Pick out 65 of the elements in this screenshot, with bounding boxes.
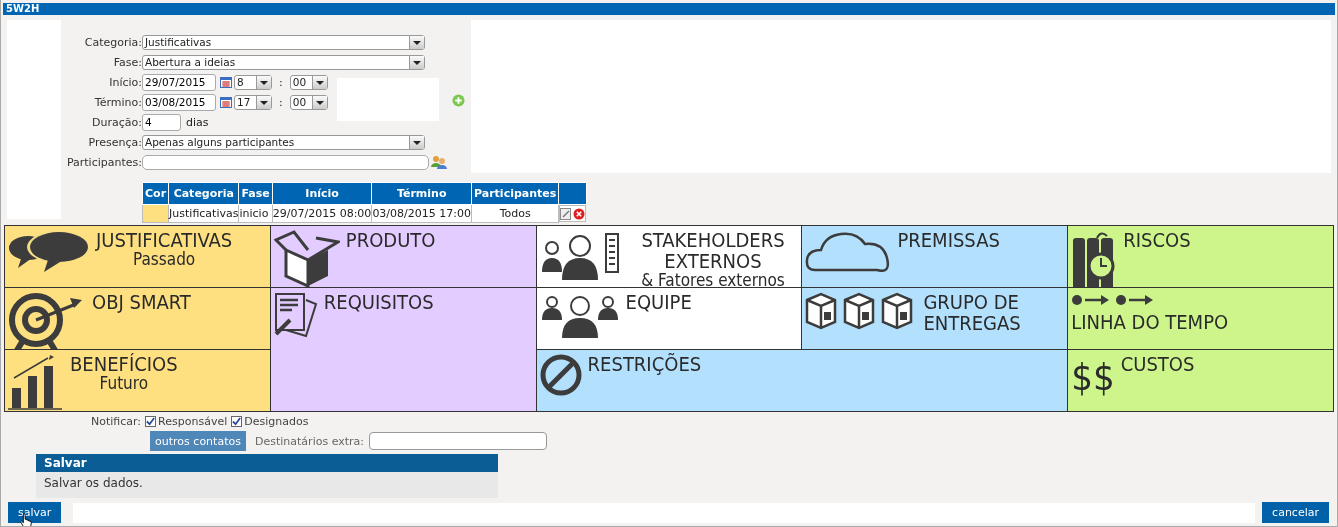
unit-label: dias bbox=[186, 115, 209, 129]
cell-subtitle: Passado bbox=[133, 251, 196, 269]
canvas-cell[interactable]: STAKEHOLDERS EXTERNOS & Fatores externos bbox=[536, 226, 802, 287]
cell-subtitle: & Fatores externos bbox=[641, 272, 785, 287]
field-label: Participantes: bbox=[65, 155, 142, 169]
presence-select[interactable]: Apenas alguns participantes bbox=[142, 134, 425, 150]
column-header: Categoria bbox=[168, 182, 239, 205]
start-date-field[interactable]: 29/07/2015 bbox=[142, 73, 216, 91]
tooltip-text: Salvar os dados. bbox=[44, 476, 143, 490]
cell-title: PRODUTO bbox=[345, 230, 436, 251]
column-header: Início bbox=[272, 182, 372, 205]
cell-title: PREMISSAS bbox=[897, 230, 1000, 251]
cell-title: REQUISITOS bbox=[323, 292, 434, 313]
cell-title: LINHA DO TEMPO bbox=[1071, 312, 1229, 333]
field-label: Presença: bbox=[87, 135, 142, 149]
column-header: Participantes bbox=[471, 182, 559, 205]
column-header: Cor bbox=[142, 182, 169, 205]
cell-title: OBJ SMART bbox=[92, 292, 191, 313]
canvas-cell[interactable]: RESTRIÇÕES bbox=[536, 350, 1068, 411]
column-header: Término bbox=[371, 182, 472, 205]
cell-subtitle: Futuro bbox=[99, 375, 149, 393]
cell-title: CUSTOS bbox=[1120, 354, 1195, 375]
hour-select[interactable]: 8 bbox=[234, 74, 272, 90]
hour-select[interactable]: 17 bbox=[234, 94, 272, 110]
contacts-button[interactable]: outros contatos bbox=[150, 431, 246, 451]
canvas-cell[interactable]: GRUPO DE ENTREGAS bbox=[802, 288, 1068, 349]
field-label: Duração: bbox=[91, 115, 142, 129]
dollar-icon: $$ bbox=[1071, 352, 1115, 402]
checkbox-label: Designados bbox=[244, 415, 309, 428]
canvas-cell[interactable]: LINHA DO TEMPO bbox=[1068, 288, 1333, 349]
canvas-cell[interactable]: PREMISSAS bbox=[802, 226, 1068, 287]
cancel-button[interactable]: cancelar bbox=[1262, 502, 1329, 523]
checkbox-label: Responsável bbox=[158, 415, 228, 428]
phase-select[interactable]: Abertura a ideias bbox=[142, 54, 425, 70]
category-select[interactable]: Justificativas bbox=[142, 34, 425, 50]
minute-select[interactable]: 00 bbox=[289, 74, 328, 90]
field-label: Término: bbox=[93, 95, 142, 109]
save-button[interactable]: salvar bbox=[8, 502, 62, 523]
time-separator: : bbox=[279, 95, 283, 109]
field-label: Destinatários extra: bbox=[255, 434, 364, 448]
cell-title: STAKEHOLDERS EXTERNOS bbox=[640, 230, 786, 272]
time-separator: : bbox=[279, 75, 283, 89]
field-label: Início: bbox=[108, 75, 142, 89]
column-header: Fase bbox=[238, 182, 273, 205]
canvas-cell[interactable]: RISCOS bbox=[1068, 226, 1333, 287]
duration-field[interactable]: 4 bbox=[142, 113, 181, 131]
field-label: Categoria: bbox=[83, 35, 142, 49]
canvas-cell[interactable]: REQUISITOS bbox=[270, 288, 536, 411]
canvas-cell[interactable]: JUSTIFICATIVAS Passado bbox=[5, 226, 270, 287]
window-title: 5W2H bbox=[3, 3, 1335, 15]
cell-title: EQUIPE bbox=[625, 292, 692, 313]
cell-title: RISCOS bbox=[1123, 230, 1191, 251]
end-date-field[interactable]: 03/08/2015 bbox=[142, 93, 216, 111]
tooltip-title: Salvar bbox=[36, 454, 498, 472]
field-label: Fase: bbox=[112, 55, 142, 69]
notify-label: Notificar: bbox=[91, 415, 142, 428]
cell-title: GRUPO DE ENTREGAS bbox=[923, 292, 1022, 334]
canvas-cell[interactable]: BENEFÍCIOS Futuro bbox=[5, 350, 270, 411]
cell-title: BENEFÍCIOS bbox=[70, 354, 178, 375]
minute-select[interactable]: 00 bbox=[289, 94, 328, 110]
canvas-cell[interactable]: PRODUTO bbox=[270, 226, 536, 287]
cell-title: JUSTIFICATIVAS bbox=[96, 230, 233, 251]
canvas-cell[interactable]: EQUIPE bbox=[536, 288, 802, 349]
canvas-cell[interactable]: OBJ SMART bbox=[5, 288, 270, 349]
cell-title: RESTRIÇÕES bbox=[587, 354, 702, 375]
